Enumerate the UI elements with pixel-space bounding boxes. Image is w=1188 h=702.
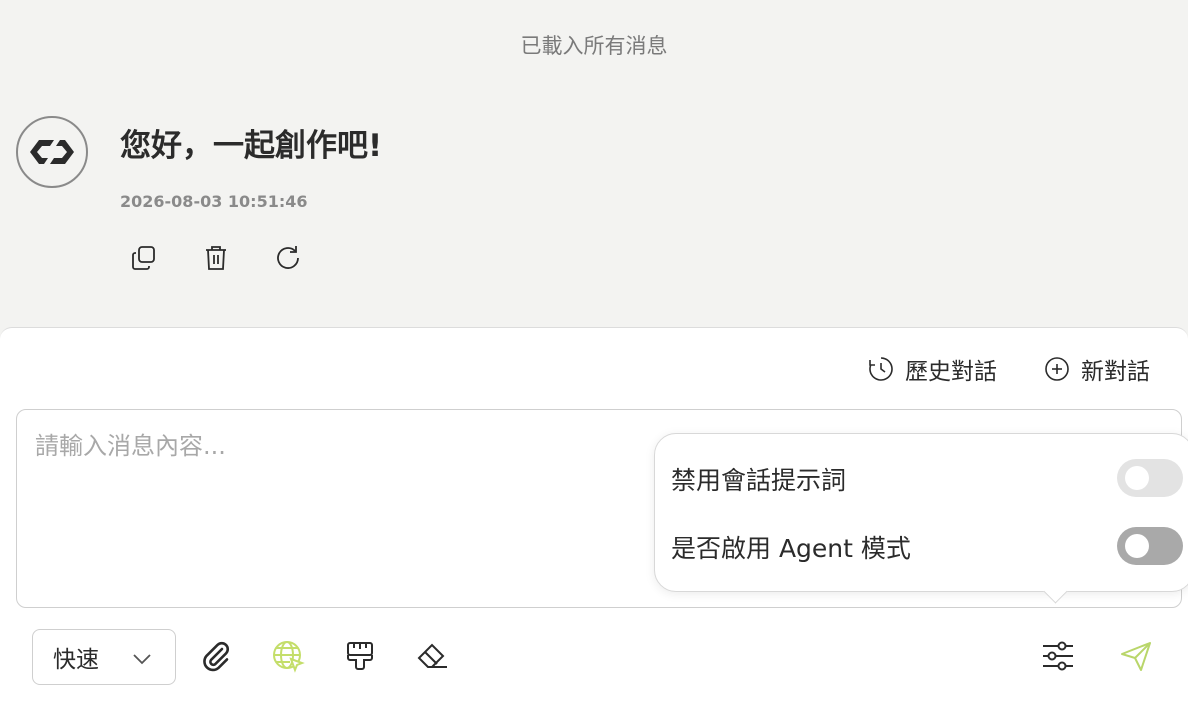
- toggle-knob: [1125, 534, 1149, 558]
- paint-brush-button[interactable]: [340, 636, 380, 676]
- history-chat-label: 歷史對話: [905, 359, 997, 385]
- toggle-knob: [1125, 466, 1149, 490]
- composer-panel: 歷史對話 新對話 禁用會話提示詞 是否啟用 Agent 模式 快速: [0, 327, 1188, 702]
- settings-sliders-button[interactable]: [1038, 636, 1078, 676]
- web-search-button[interactable]: [268, 636, 308, 676]
- disable-prompt-label: 禁用會話提示詞: [671, 466, 847, 495]
- assistant-message-text: 您好，一起創作吧!: [120, 128, 383, 164]
- plus-circle-icon: [1045, 357, 1069, 381]
- disable-prompt-toggle[interactable]: [1117, 459, 1183, 497]
- settings-popover: 禁用會話提示詞 是否啟用 Agent 模式: [654, 433, 1188, 592]
- message-timestamp: 2026-08-03 10:51:46: [120, 192, 308, 211]
- copy-button[interactable]: [128, 242, 160, 274]
- chat-area: 已載入所有消息 您好，一起創作吧! 2026-08-03 10:51:46: [0, 0, 1188, 327]
- composer-top-links: 歷史對話 新對話: [867, 352, 1150, 386]
- globe-icon: [273, 641, 305, 673]
- agent-mode-label: 是否啟用 Agent 模式: [671, 534, 911, 563]
- attach-file-button[interactable]: [196, 636, 236, 676]
- composer-toolbar: 快速: [0, 628, 1188, 688]
- chevron-down-icon: [133, 654, 151, 665]
- mode-select[interactable]: 快速: [32, 629, 176, 685]
- logo-icon: [30, 140, 74, 164]
- mode-select-value: 快速: [53, 647, 99, 673]
- paint-brush-icon: [347, 642, 373, 670]
- sliders-icon: [1043, 641, 1073, 671]
- clear-button[interactable]: [412, 636, 452, 676]
- history-chat-button[interactable]: 歷史對話: [867, 352, 997, 386]
- send-button[interactable]: [1116, 636, 1156, 676]
- disable-prompt-row: 禁用會話提示詞: [671, 461, 846, 497]
- new-chat-label: 新對話: [1081, 359, 1150, 385]
- send-icon: [1121, 642, 1151, 671]
- regenerate-button[interactable]: [272, 242, 304, 274]
- agent-mode-row: 是否啟用 Agent 模式: [671, 529, 911, 565]
- agent-mode-toggle[interactable]: [1117, 527, 1183, 565]
- loaded-all-messages-note: 已載入所有消息: [520, 34, 668, 58]
- message-actions: [128, 242, 304, 274]
- delete-button[interactable]: [200, 242, 232, 274]
- history-icon: [869, 357, 893, 381]
- paperclip-icon: [203, 641, 229, 672]
- trash-icon: [206, 246, 226, 270]
- new-chat-button[interactable]: 新對話: [1043, 352, 1150, 386]
- avatar: [16, 116, 88, 188]
- refresh-icon: [277, 246, 299, 269]
- eraser-icon: [417, 643, 447, 668]
- copy-icon: [132, 246, 155, 270]
